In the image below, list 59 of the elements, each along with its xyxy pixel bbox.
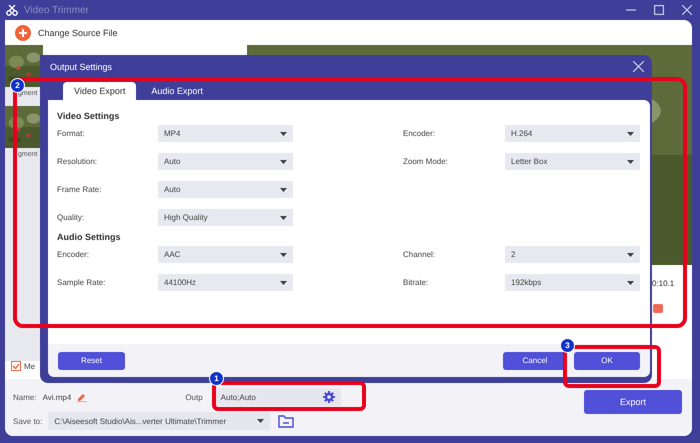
change-source-button[interactable]: Change Source File: [15, 24, 118, 40]
checkbox[interactable]: [11, 361, 21, 371]
caret-icon: [627, 132, 634, 136]
dropdown[interactable]: Auto: [158, 181, 293, 198]
dropdown[interactable]: 192kbps: [505, 274, 640, 291]
settings-icon[interactable]: [322, 391, 335, 403]
dropdown[interactable]: Auto: [158, 153, 293, 170]
check-icon: [12, 363, 20, 369]
field-label: Encoder:: [57, 250, 90, 259]
caret-icon: [280, 160, 287, 164]
section-heading: Audio Settings: [57, 232, 122, 242]
close-icon[interactable]: [682, 5, 692, 15]
field-label: Zoom Mode:: [402, 157, 449, 166]
dropdown[interactable]: MP4: [158, 125, 293, 142]
dropdown[interactable]: 2: [505, 246, 640, 263]
field-label: Bitrate:: [402, 278, 430, 287]
dropdown[interactable]: H.264: [505, 125, 640, 142]
time-label: 0:10.1: [652, 279, 674, 288]
plus-icon: [15, 24, 31, 40]
field-label: Frame Rate:: [57, 185, 102, 194]
ok-button[interactable]: OK: [574, 352, 640, 370]
output-field[interactable]: Auto;Auto: [214, 388, 341, 406]
dropdown[interactable]: Letter Box: [505, 153, 640, 170]
name-label: Name:: [13, 392, 37, 402]
window-title: Video Trimmer: [24, 4, 89, 16]
save-to-label: Save to:: [13, 416, 42, 426]
file-name: Avi.mp4: [42, 392, 72, 402]
caret-icon: [280, 280, 287, 284]
export-button[interactable]: Export: [584, 390, 682, 414]
dropdown[interactable]: 44100Hz: [158, 274, 293, 291]
caret-icon: [280, 252, 287, 256]
pencil-icon[interactable]: [77, 392, 88, 402]
reset-button[interactable]: Reset: [58, 352, 125, 370]
folder-icon[interactable]: [278, 414, 294, 428]
caret-icon: [627, 252, 634, 256]
caret-icon: [627, 160, 634, 164]
close-icon[interactable]: [633, 61, 644, 72]
save-path-dropdown[interactable]: C:\Aiseesoft Studio\Ais...verter Ultimate\Trimmer: [48, 412, 270, 430]
dropdown[interactable]: AAC: [158, 246, 293, 263]
field-label: Sample Rate:: [57, 278, 106, 287]
caret-icon: [257, 419, 264, 423]
caret-icon: [280, 132, 287, 136]
output-label: Outp: [185, 392, 203, 402]
field-label: Format:: [57, 129, 86, 138]
field-label: Encoder:: [402, 129, 436, 138]
field-label: Quality:: [57, 213, 86, 222]
tab[interactable]: Video Export: [63, 82, 136, 100]
tab[interactable]: Audio Export: [140, 82, 214, 100]
section-heading: Video Settings: [57, 111, 120, 121]
field-label: Channel:: [402, 250, 436, 259]
dialog-title: Output Settings: [50, 62, 112, 72]
field-label: Resolution:: [57, 157, 98, 166]
maximize-icon[interactable]: [654, 5, 664, 15]
caret-icon: [627, 280, 634, 284]
caret-icon: [280, 188, 287, 192]
dropdown[interactable]: High Quality: [158, 209, 293, 226]
scissors-icon: [6, 4, 18, 16]
caret-icon: [280, 216, 287, 220]
checkbox-label: Me: [24, 362, 36, 370]
